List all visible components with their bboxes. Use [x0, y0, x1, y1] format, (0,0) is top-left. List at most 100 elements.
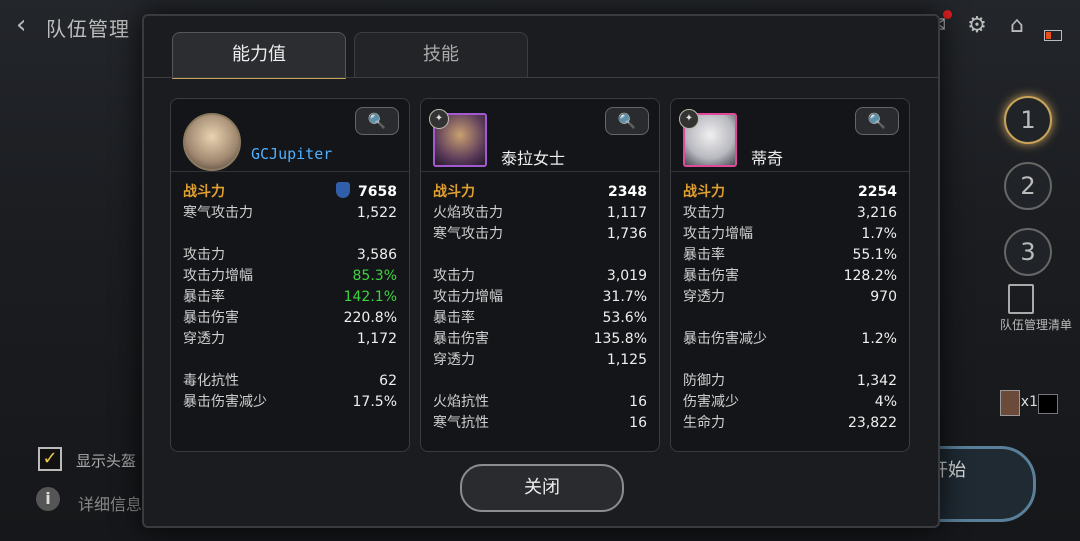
character-card: ✦ 泰拉女士 🔍 战斗力 2348 火焰攻击力 1,117 寒气攻击力 1,736 攻…	[420, 98, 660, 452]
stat-row: 暴击率 55.1%	[683, 245, 897, 266]
stat-value: 142.1%	[343, 289, 397, 305]
stat-row: 火焰攻击力 1,117	[433, 203, 647, 224]
stat-value: 16	[629, 394, 647, 410]
stat-value: 3,216	[856, 205, 897, 221]
stat-row: 战斗力 2254	[683, 182, 897, 203]
close-button[interactable]: 关闭	[460, 464, 624, 512]
character-card: GCJupiter 🔍 战斗力 7658 寒气攻击力 1,522 攻击力 3,586 …	[170, 98, 410, 452]
stat-value: 17.5%	[352, 394, 397, 410]
card-header: ✦ 泰拉女士 🔍	[421, 99, 659, 172]
stat-value: 1.7%	[861, 226, 897, 242]
stat-label: 毒化抗性	[183, 373, 239, 389]
back-icon[interactable]: ‹	[16, 10, 26, 40]
stat-row: 攻击力 3,586	[183, 245, 397, 266]
team-list-icon[interactable]	[1008, 284, 1034, 314]
stat-value: 1,117	[606, 205, 647, 221]
home-icon[interactable]: ⌂	[1004, 13, 1030, 39]
tab-stats[interactable]: 能力值	[172, 32, 346, 79]
team-list-label[interactable]: 队伍管理清单	[1000, 316, 1072, 333]
stat-row: 攻击力增幅 31.7%	[433, 287, 647, 308]
power-value: 2254	[858, 184, 897, 200]
stat-label: 暴击伤害减少	[183, 394, 267, 410]
character-card: ✦ 蒂奇 🔍 战斗力 2254 攻击力 3,216 攻击力增幅 1.7% 暴击率 55.…	[670, 98, 910, 452]
team-slot-3[interactable]: 3	[1004, 228, 1052, 276]
stat-value: 135.8%	[593, 331, 647, 347]
stat-row: 生命力 23,822	[683, 413, 897, 434]
item-slot[interactable]	[1038, 394, 1058, 414]
stat-value: 16	[629, 415, 647, 431]
stat-label: 攻击力增幅	[183, 268, 253, 284]
stat-label: 攻击力增幅	[683, 226, 753, 242]
stat-row: 攻击力 3,019	[433, 266, 647, 287]
stat-label: 暴击伤害	[433, 331, 489, 347]
stat-value: 220.8%	[343, 310, 397, 326]
search-icon[interactable]: 🔍	[355, 107, 399, 135]
power-label: 战斗力	[433, 184, 475, 200]
stat-value: 128.2%	[843, 268, 897, 284]
card-header: GCJupiter 🔍	[171, 99, 409, 172]
avatar	[183, 113, 241, 171]
stat-label: 寒气攻击力	[433, 226, 503, 242]
stat-value: 53.6%	[602, 310, 647, 326]
team-slot-2[interactable]: 2	[1004, 162, 1052, 210]
stat-value: 1,125	[606, 352, 647, 368]
hourglass-icon	[1000, 390, 1020, 416]
stat-value: 3,019	[606, 268, 647, 284]
show-helmet-label: 显示头盔	[76, 452, 137, 470]
stat-value: 1.2%	[861, 331, 897, 347]
show-helmet-checkbox[interactable]: ✓	[38, 447, 62, 471]
stat-row: 暴击伤害 220.8%	[183, 308, 397, 329]
stat-row: 寒气抗性 16	[433, 413, 647, 434]
gear-icon[interactable]: ⚙	[964, 13, 990, 39]
stat-row: 攻击力增幅 85.3%	[183, 266, 397, 287]
stat-label: 火焰攻击力	[433, 205, 503, 221]
stat-label: 穿透力	[433, 352, 475, 368]
stat-label: 攻击力	[683, 205, 725, 221]
stat-row: 伤害减少 4%	[683, 392, 897, 413]
search-icon[interactable]: 🔍	[605, 107, 649, 135]
search-icon[interactable]: 🔍	[855, 107, 899, 135]
stat-row: 攻击力 3,216	[683, 203, 897, 224]
tab-skills[interactable]: 技能	[354, 32, 528, 78]
stats-list: 战斗力 2348 火焰攻击力 1,117 寒气攻击力 1,736 攻击力 3,019 攻…	[421, 172, 659, 434]
page-title: 队伍管理	[46, 17, 130, 41]
team-slot-1[interactable]: 1	[1004, 96, 1052, 144]
stat-row: 防御力 1,342	[683, 371, 897, 392]
stat-label: 火焰抗性	[433, 394, 489, 410]
stat-label: 防御力	[683, 373, 725, 389]
stat-row: 暴击率 53.6%	[433, 308, 647, 329]
battery-icon	[1044, 30, 1062, 41]
class-badge-icon: ✦	[429, 109, 449, 129]
stat-value: 4%	[874, 394, 897, 410]
stats-list: 战斗力 7658 寒气攻击力 1,522 攻击力 3,586 攻击力增幅 85.3% 暴…	[171, 172, 409, 413]
top-icons: ✉ ⚙ ⌂	[924, 9, 1062, 41]
power-value: 7658	[358, 184, 397, 200]
card-header: ✦ 蒂奇 🔍	[671, 99, 909, 172]
stat-value: 1,736	[606, 226, 647, 242]
stat-label: 暴击率	[433, 310, 475, 326]
character-name: 蒂奇	[751, 149, 784, 168]
stat-row: 战斗力 7658	[183, 182, 397, 203]
stat-row: 火焰抗性 16	[433, 392, 647, 413]
stat-value: 1,522	[356, 205, 397, 221]
stat-row: 战斗力 2348	[433, 182, 647, 203]
stat-row: 穿透力 970	[683, 287, 897, 308]
stat-label: 伤害减少	[683, 394, 739, 410]
team-slots: 1 2 3	[1004, 96, 1054, 294]
stat-row: 暴击伤害 128.2%	[683, 266, 897, 287]
stat-label: 攻击力	[183, 247, 225, 263]
tab-divider	[144, 77, 938, 78]
class-badge-icon: ✦	[679, 109, 699, 129]
stat-label: 攻击力增幅	[433, 289, 503, 305]
info-icon[interactable]: i	[36, 487, 60, 511]
stat-row: 寒气攻击力 1,736	[433, 224, 647, 245]
stat-label: 暴击率	[683, 247, 725, 263]
stat-label: 暴击伤害减少	[683, 331, 767, 347]
stat-value: 85.3%	[352, 268, 397, 284]
stat-value: 1,342	[856, 373, 897, 389]
stat-row: 寒气攻击力 1,522	[183, 203, 397, 224]
detail-info-label[interactable]: 详细信息	[78, 491, 142, 515]
stats-list: 战斗力 2254 攻击力 3,216 攻击力增幅 1.7% 暴击率 55.1% 暴击伤害…	[671, 172, 909, 434]
stat-value: 62	[379, 373, 397, 389]
stat-label: 暴击率	[183, 289, 225, 305]
